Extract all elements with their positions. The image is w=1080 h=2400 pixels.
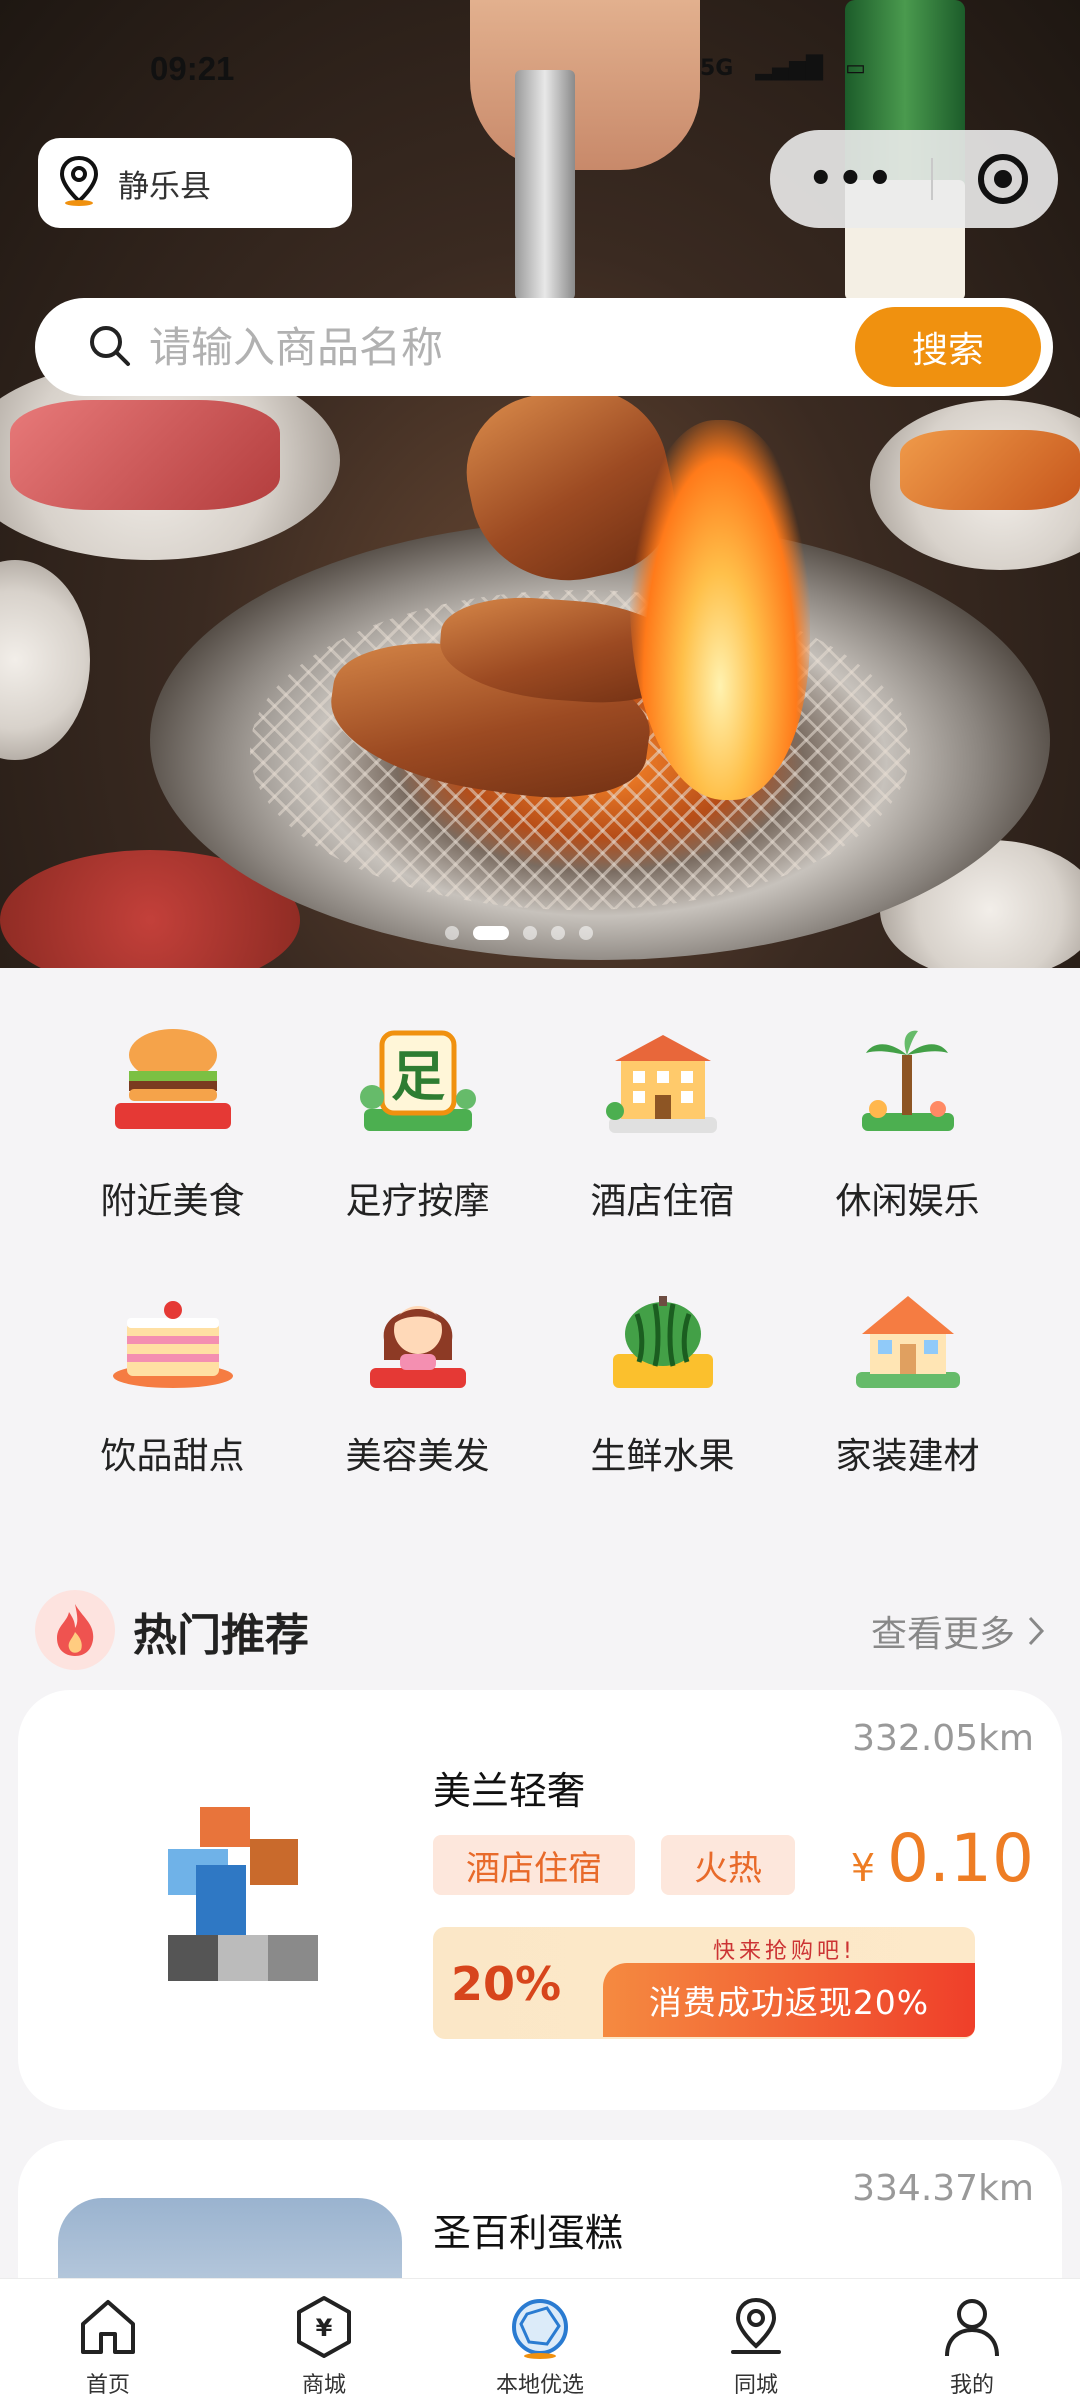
svg-text:足: 足 [391, 1045, 445, 1108]
category-label: 饮品甜点 [100, 1436, 245, 1477]
banner-dot [445, 926, 459, 940]
signal-icon: ▂▄▆█ [755, 56, 824, 81]
tab-home[interactable]: 首页 [0, 2279, 216, 2400]
foot-icon: 足 [343, 1010, 493, 1160]
tongs [515, 70, 575, 300]
tab-label: 同城 [733, 2373, 778, 2398]
search-icon [87, 323, 131, 371]
hot-section-title: 热门推荐 [133, 1610, 309, 1661]
promo-percent: 20% [451, 1957, 562, 2011]
yen-hexagon-icon: ¥ [286, 2289, 362, 2365]
category-fresh-fruit[interactable]: 生鲜水果 [540, 1265, 785, 1480]
tab-same-city[interactable]: 同城 [648, 2279, 864, 2400]
network-speed: 5G [700, 56, 734, 81]
product-distance: 332.05km [852, 1718, 1034, 1759]
status-icons: 5G ▂▄▆█ ▭ [700, 56, 866, 81]
house-icon [833, 1265, 983, 1415]
more-dots-icon[interactable]: ••• [808, 156, 897, 202]
tab-label: 我的 [949, 2373, 994, 2398]
view-more-link[interactable]: 查看更多 [871, 1605, 1045, 1657]
product-price: ¥ 0.10 [851, 1820, 1034, 1897]
product-distance: 334.37km [852, 2168, 1034, 2209]
map-pin-icon [718, 2289, 794, 2365]
price-value: 0.10 [887, 1820, 1034, 1897]
target-icon[interactable] [977, 154, 1028, 204]
category-grid: 附近美食 足 足疗按摩 酒店住宿 休闲娱乐 饮品甜点 美容美发 生鲜水果 家装建… [50, 1010, 1030, 1480]
search-bar: 搜索 [35, 298, 1053, 396]
category-label: 休闲娱乐 [835, 1181, 980, 1222]
category-label: 家装建材 [835, 1436, 980, 1477]
tab-local-picks[interactable]: 本地优选 [432, 2279, 648, 2400]
banner-dot [523, 926, 537, 940]
local-lens-icon [502, 2289, 578, 2365]
product-name: 圣百利蛋糕 [433, 2211, 624, 2255]
category-hotel[interactable]: 酒店住宿 [540, 1010, 785, 1225]
location-city: 静乐县 [118, 168, 211, 205]
tab-mine[interactable]: 我的 [864, 2279, 1080, 2400]
category-beauty-hair[interactable]: 美容美发 [295, 1265, 540, 1480]
promo-cashback-text: 消费成功返现20% [603, 1963, 975, 2037]
search-input[interactable] [149, 322, 789, 372]
banner-dot-active [473, 926, 509, 940]
category-leisure[interactable]: 休闲娱乐 [785, 1010, 1030, 1225]
capsule-divider [930, 158, 933, 200]
home-icon [70, 2289, 146, 2365]
view-more-label: 查看更多 [870, 1614, 1015, 1655]
bottom-tab-bar: 首页 ¥ 商城 本地优选 同城 我的 [0, 2278, 1080, 2400]
status-bar: 09:21 5G ▂▄▆█ ▭ [0, 50, 1080, 100]
product-name: 美兰轻奢 [433, 1769, 586, 1813]
search-button[interactable]: 搜索 [855, 307, 1041, 387]
hair-girl-icon [343, 1265, 493, 1415]
hot-section-header: 热门推荐 查看更多 [35, 1585, 1045, 1675]
svg-text:¥: ¥ [316, 2314, 333, 2342]
category-home-decor[interactable]: 家装建材 [785, 1265, 1030, 1480]
category-label: 酒店住宿 [590, 1181, 735, 1222]
palm-island-icon [833, 1010, 983, 1160]
location-selector[interactable]: 静乐县 [38, 138, 352, 228]
battery-icon: ▭ [845, 56, 866, 81]
chevron-right-icon [1028, 1616, 1045, 1646]
raw-meat [10, 400, 280, 510]
promo-hurry-text: 快来抢购吧! [713, 1939, 856, 1964]
watermelon-icon [588, 1265, 738, 1415]
product-image [148, 1785, 328, 1995]
hotel-icon [588, 1010, 738, 1160]
category-nearby-food[interactable]: 附近美食 [50, 1010, 295, 1225]
category-label: 美容美发 [345, 1436, 490, 1477]
user-icon [934, 2289, 1010, 2365]
banner-dot [579, 926, 593, 940]
cake-icon [98, 1265, 248, 1415]
location-pin-icon [58, 155, 100, 211]
category-label: 附近美食 [100, 1181, 245, 1222]
tab-mall[interactable]: ¥ 商城 [216, 2279, 432, 2400]
category-foot-massage[interactable]: 足 足疗按摩 [295, 1010, 540, 1225]
cashback-promo: 20% 快来抢购吧! 消费成功返现20% [433, 1927, 975, 2039]
product-card[interactable]: 332.05km 美兰轻奢 酒店住宿 火热 ¥ 0.10 20% 快来抢购吧! … [18, 1690, 1062, 2110]
product-tag: 火热 [661, 1835, 795, 1895]
category-label: 生鲜水果 [590, 1436, 735, 1477]
tab-label: 本地优选 [495, 2373, 584, 2398]
banner-dot [551, 926, 565, 940]
tab-label: 首页 [85, 2373, 130, 2398]
side-plate [0, 560, 90, 760]
status-time: 09:21 [150, 50, 235, 87]
app-page: 09:21 5G ▂▄▆█ ▭ 静乐县 ••• 请输入商品名称 搜索 附近美食 … [0, 0, 1080, 2400]
price-currency: ¥ [850, 1846, 876, 1890]
product-tag: 酒店住宿 [433, 1835, 635, 1895]
miniprogram-capsule: ••• [770, 130, 1058, 228]
burger-icon [98, 1010, 248, 1160]
banner-indicator [445, 926, 593, 940]
kimchi [900, 430, 1080, 510]
category-label: 足疗按摩 [345, 1181, 490, 1222]
tab-label: 商城 [301, 2373, 346, 2398]
fire-icon [35, 1590, 115, 1670]
category-drinks-desserts[interactable]: 饮品甜点 [50, 1265, 295, 1480]
